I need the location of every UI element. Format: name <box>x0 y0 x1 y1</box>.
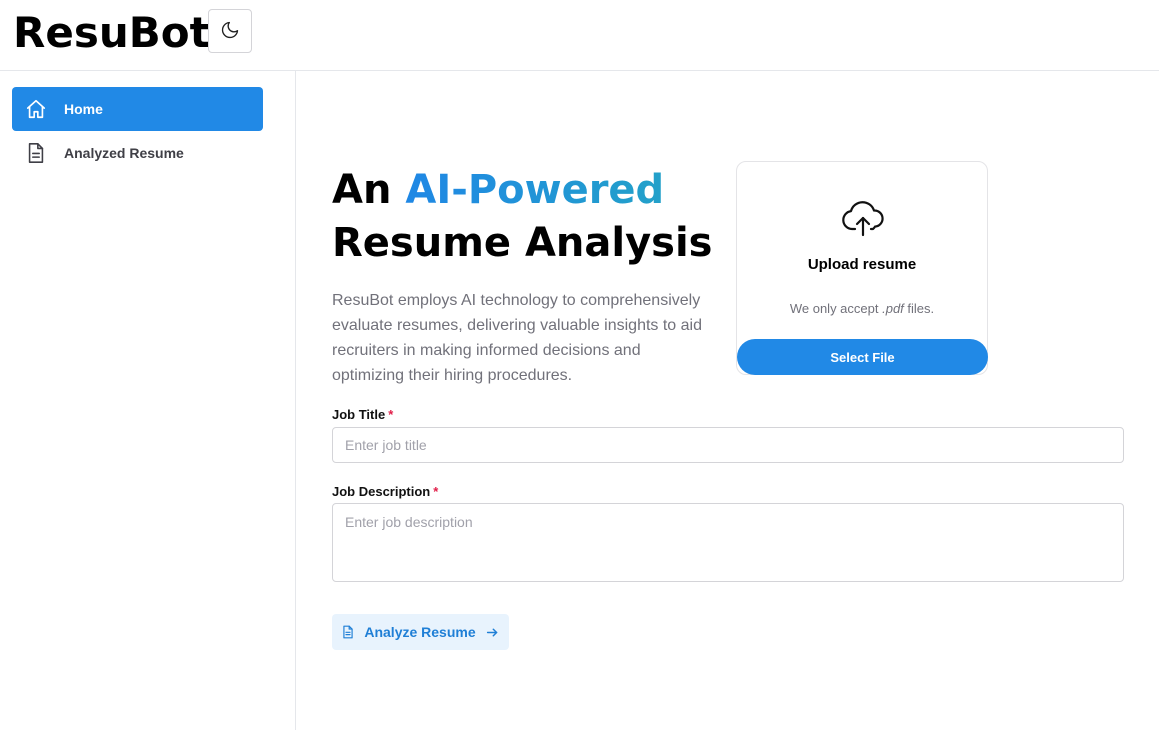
job-title-input[interactable] <box>332 427 1124 463</box>
job-description-textarea[interactable] <box>332 503 1124 582</box>
cloud-upload-icon <box>840 199 886 239</box>
required-mark: * <box>433 484 439 499</box>
hero-description: ResuBot employs AI technology to compreh… <box>332 292 702 384</box>
upload-card[interactable]: Upload resume We only accept .pdf files.… <box>736 161 988 375</box>
sidebar-item-label: Analyzed Resume <box>64 145 184 161</box>
job-title-label: Job Title * <box>332 407 394 422</box>
upload-note: We only accept .pdf files. <box>789 301 935 316</box>
sidebar: Home Analyzed Resume <box>0 71 296 730</box>
sidebar-item-label: Home <box>64 101 103 117</box>
home-icon <box>24 97 48 121</box>
required-mark: * <box>388 407 394 422</box>
hero-title: An AI-Powered Resume Analysis <box>332 164 713 270</box>
hero-title-line2: Resume Analysis <box>332 220 713 266</box>
sidebar-item-analyzed-resume[interactable]: Analyzed Resume <box>12 131 263 175</box>
upload-title: Upload resume <box>807 256 917 273</box>
theme-toggle-button[interactable] <box>208 9 252 53</box>
select-file-button[interactable]: Select File <box>737 339 988 375</box>
job-description-label: Job Description * <box>332 484 439 499</box>
arrow-right-icon <box>486 626 499 639</box>
hero-title-accent: AI-Powered <box>405 167 665 213</box>
analyze-resume-label: Analyze Resume <box>364 624 476 640</box>
document-icon <box>342 625 354 639</box>
hero-title-prefix: An <box>332 167 392 213</box>
app-logo: ResuBot <box>13 8 210 57</box>
sidebar-item-home[interactable]: Home <box>12 87 263 131</box>
app-header: ResuBot <box>0 0 1159 71</box>
moon-icon <box>220 20 240 43</box>
document-icon <box>24 141 48 165</box>
analyze-resume-button[interactable]: Analyze Resume <box>332 614 509 650</box>
